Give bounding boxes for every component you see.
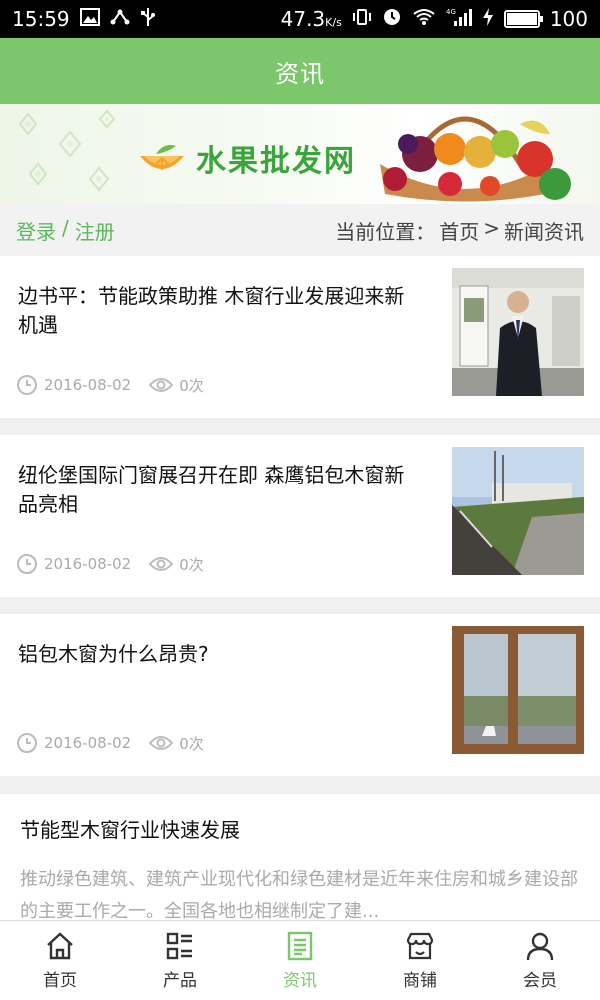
battery-icon: [503, 10, 543, 28]
tab-label: 会员: [523, 971, 557, 991]
tab-home[interactable]: 首页: [0, 921, 120, 1000]
svg-text:4G: 4G: [446, 8, 456, 16]
news-views: 0次: [179, 376, 204, 395]
news-meta: 2016-08-02 0次: [16, 732, 214, 754]
breadcrumb-arrow: >: [483, 215, 500, 240]
site-banner[interactable]: 水果批发网: [0, 104, 600, 204]
news-thumbnail[interactable]: [452, 626, 584, 754]
location-label: 当前位置：: [335, 219, 436, 244]
fruit-basket-icon: [380, 116, 571, 202]
tab-label: 资讯: [283, 971, 317, 991]
news-item[interactable]: 铝包木窗为什么昂贵? 2016-08-02 0次: [0, 614, 600, 776]
status-bar: 15:59 47.3K/s 4G 100: [0, 0, 600, 38]
auth-separator: /: [62, 215, 69, 240]
tab-store[interactable]: 商铺: [360, 921, 480, 1000]
app-screen: 15:59 47.3K/s 4G 100 资讯 水果批发网 登录 / 注册 当前…: [0, 0, 600, 1000]
charging-icon: [482, 7, 494, 31]
tab-member[interactable]: 会员: [480, 921, 600, 1000]
tab-label: 首页: [43, 971, 77, 991]
tab-products[interactable]: 产品: [120, 921, 240, 1000]
banner-logo: 水果批发网: [136, 136, 356, 180]
news-date: 2016-08-02: [44, 734, 132, 752]
breadcrumb-home[interactable]: 首页: [439, 216, 479, 245]
login-link[interactable]: 登录: [16, 216, 56, 245]
wifi-icon: [412, 8, 436, 30]
network-speed: 47.3K/s: [280, 7, 342, 31]
news-item[interactable]: 边书平：节能政策助推 木窗行业发展迎来新机遇 2016-08-02 0次: [0, 256, 600, 418]
battery-level: 100: [549, 7, 588, 31]
banner-title: 水果批发网: [196, 144, 356, 179]
grid-icon: [166, 932, 192, 960]
bottom-tab-bar: 首页 产品 资讯 商铺 会员: [0, 920, 600, 1000]
tab-label: 商铺: [403, 971, 437, 991]
clock-icon: [17, 733, 37, 753]
image-icon: [79, 8, 100, 30]
usb-icon: [140, 7, 156, 31]
news-item[interactable]: 纽伦堡国际门窗展召开在即 森鹰铝包木窗新品亮相 2016-08-02 0次: [0, 435, 600, 597]
eye-icon: [149, 378, 174, 392]
eye-icon: [149, 736, 174, 750]
news-meta: 2016-08-02 0次: [16, 553, 214, 575]
app-header: 资讯: [0, 38, 600, 104]
news-summary: 推动绿色建筑、建筑产业现代化和绿色建材是近年来住房和城乡建设部的主要工作之一。全…: [20, 869, 578, 922]
page-title: 资讯: [275, 59, 325, 88]
news-item-text[interactable]: 节能型木窗行业快速发展 推动绿色建筑、建筑产业现代化和绿色建材是近年来住房和城乡…: [0, 794, 600, 922]
alarm-icon: [382, 7, 402, 31]
status-time: 15:59: [12, 7, 70, 31]
news-icon: [287, 931, 313, 961]
tab-label: 产品: [163, 971, 197, 991]
news-title[interactable]: 节能型木窗行业快速发展: [20, 814, 240, 843]
news-meta: 2016-08-02 0次: [16, 374, 214, 396]
clock-icon: [17, 554, 37, 574]
share-icon: [110, 8, 130, 30]
home-icon: [47, 932, 73, 960]
news-title[interactable]: 边书平：节能政策助推 木窗行业发展迎来新机遇: [18, 282, 418, 340]
store-icon: [406, 932, 434, 960]
news-date: 2016-08-02: [44, 555, 132, 573]
breadcrumb: 当前位置： 首页 > 新闻资讯: [335, 216, 584, 245]
eye-icon: [149, 557, 174, 571]
news-date: 2016-08-02: [44, 376, 132, 394]
vibrate-icon: [352, 8, 372, 30]
signal-icon: 4G: [446, 7, 472, 31]
tab-news[interactable]: 资讯: [240, 921, 360, 1000]
breadcrumb-current: 新闻资讯: [504, 219, 584, 244]
breadcrumb-bar: 登录 / 注册 当前位置： 首页 > 新闻资讯: [0, 204, 600, 256]
news-title[interactable]: 铝包木窗为什么昂贵?: [18, 640, 418, 669]
news-views: 0次: [179, 555, 204, 574]
news-views: 0次: [179, 734, 204, 753]
clock-icon: [17, 375, 37, 395]
auth-links: 登录 / 注册: [16, 216, 115, 245]
news-title[interactable]: 纽伦堡国际门窗展召开在即 森鹰铝包木窗新品亮相: [18, 461, 418, 519]
news-thumbnail[interactable]: [452, 447, 584, 575]
news-thumbnail[interactable]: [452, 268, 584, 396]
grapefruit-logo-icon: [140, 145, 184, 170]
register-link[interactable]: 注册: [75, 216, 115, 245]
user-icon: [526, 932, 554, 961]
